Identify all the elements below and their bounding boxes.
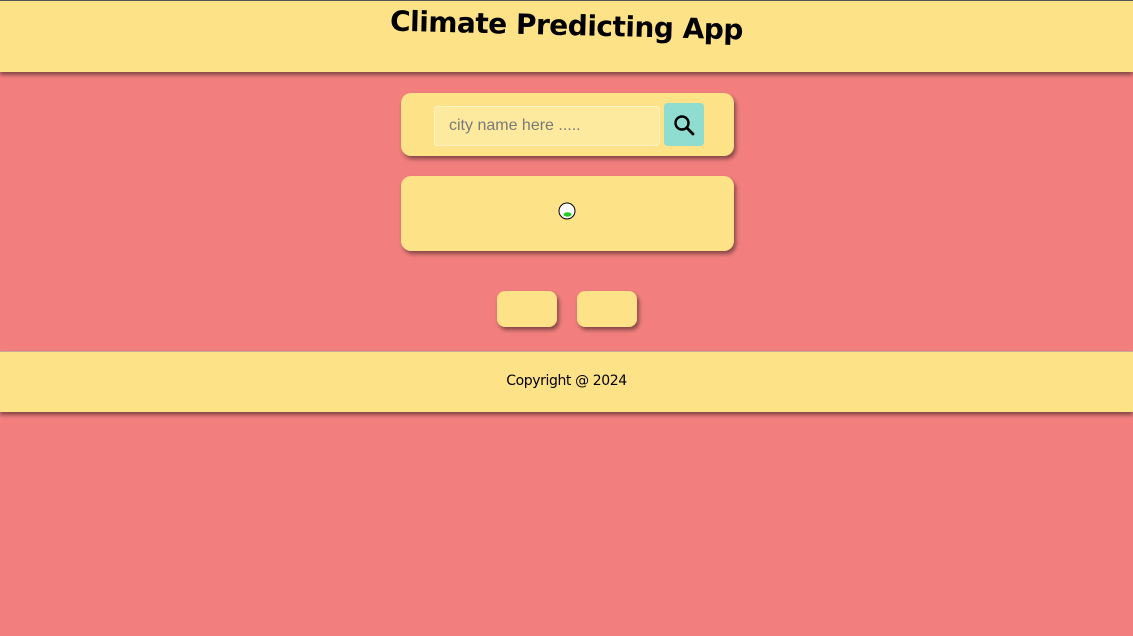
city-search-input[interactable] bbox=[434, 106, 660, 146]
weather-result-card bbox=[401, 176, 734, 251]
previous-button[interactable] bbox=[497, 291, 557, 327]
app-title: Climate Predicting App bbox=[389, 4, 744, 47]
search-icon bbox=[674, 114, 695, 135]
next-button[interactable] bbox=[577, 291, 637, 327]
copyright-text: Copyright @ 2024 bbox=[506, 373, 627, 389]
weather-status-icon bbox=[558, 202, 576, 220]
search-card bbox=[401, 93, 734, 156]
app-header: Climate Predicting App bbox=[0, 0, 1133, 72]
app-footer: Copyright @ 2024 bbox=[0, 351, 1133, 412]
search-button[interactable] bbox=[664, 103, 704, 146]
